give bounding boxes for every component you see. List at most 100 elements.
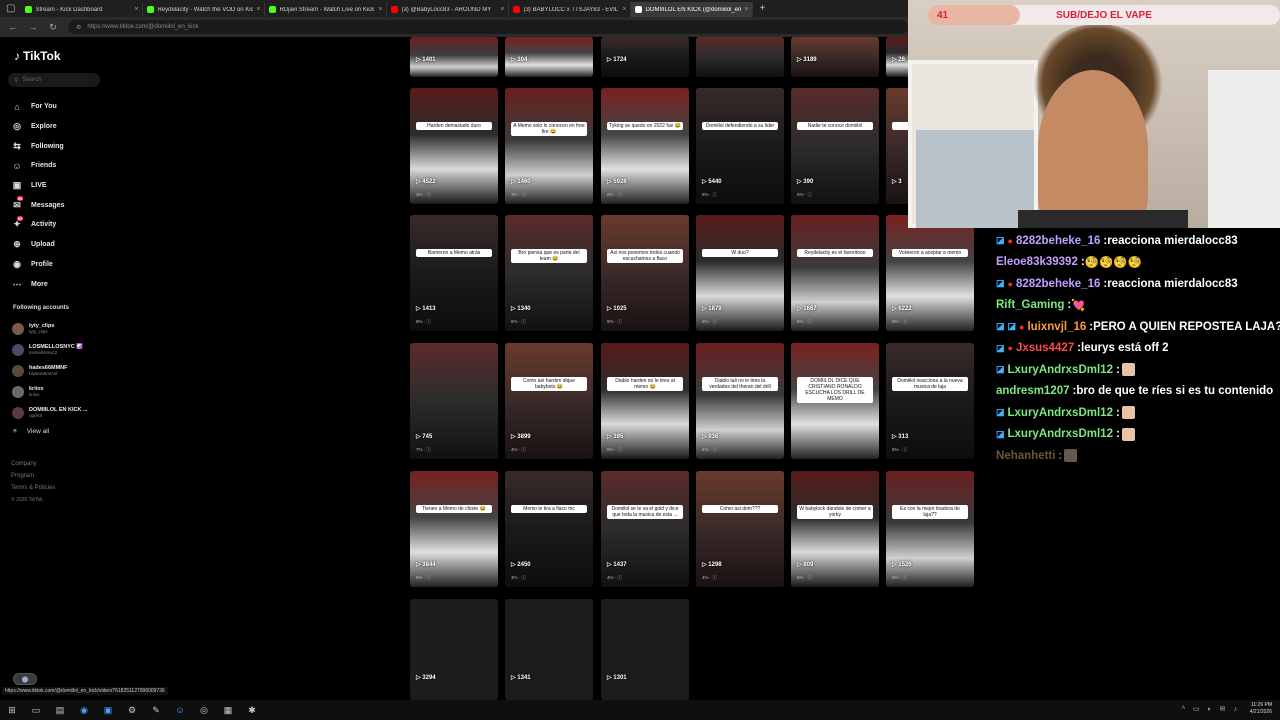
engagement-rate: 3% · ⓘ [511,575,527,580]
video-caption: Diablo harden no le tires al memo 😂 [607,377,683,391]
windows-start-icon[interactable]: ⊞ [6,704,18,716]
video-card[interactable]: Harden demasiado duro ▷ 4522 3% · ⓘ [410,88,498,204]
video-thumbnail [696,343,784,459]
chat-username[interactable]: andresm1207 [996,385,1070,397]
video-card[interactable]: ▷ 745 7% · ⓘ [410,343,498,459]
chat-username[interactable]: LxuryAndrxsDml12 [1008,364,1113,376]
video-card[interactable]: ▷ 304 [505,37,593,77]
video-card[interactable]: W babylock dándole de comer a yorky ▷ 809… [791,471,879,587]
chat-username[interactable]: Nehanhetti [996,450,1055,462]
tab-close-icon[interactable]: × [500,6,504,13]
taskbar: ⊞ ▭ ▤ ◉ ▣ ⚙ ✎ ☺ ◎ ▦ ✱ ^ ▭ ◐ ✉ ♪ 11:26 PM… [0,700,1280,720]
view-count: ▷ 1341 [511,675,531,681]
calendar-icon[interactable]: ▦ [222,704,234,716]
browser-tab[interactable]: Stream - Kick Dashboard × [21,2,144,17]
engagement-rate: 7% · ⓘ [416,447,432,452]
video-card[interactable]: Tyking se quedo en 2022 fue 😂 ▷ 5928 6% · … [601,88,689,204]
settings-icon[interactable]: ✱ [246,704,258,716]
video-caption: Reydelacity es el favoritooo [797,249,873,257]
chat-username[interactable]: LxuryAndrxsDml12 [1008,428,1113,440]
video-thumbnail [410,88,498,204]
video-card[interactable]: DOMIILOL DICE QUE CRISTIANO RONALDO ESCU… [791,343,879,459]
chat-text: reacciona mierdalocc83 [1107,277,1238,290]
video-card[interactable]: ▷ 1401 [410,37,498,77]
chat-message: ◪ ● 8282beheke_16: reacciona mierdalocc83 [996,230,1280,252]
video-card[interactable]: Como así harden dique babybots 😂 ▷ 3899 4%… [505,343,593,459]
terminal-icon[interactable]: ▭ [30,704,42,716]
video-card[interactable]: W duo? ▷ 1879 6% · ⓘ [696,215,784,331]
reload-icon[interactable]: ↻ [48,22,58,33]
browser-tab[interactable]: (3) BABYLOCC x TTSJAY83 - EVIL × [509,2,632,17]
chat-username[interactable]: 8282beheke_16 [1016,278,1100,290]
video-card[interactable]: Asi nos ponemos todos cuando escuchamos … [601,215,689,331]
tab-title: (3) BABYLOCC x TTSJAY83 - EVIL [523,6,619,13]
video-card[interactable]: Bro piensa que es parte del team 😂 ▷ 1340… [505,215,593,331]
engagement-rate: 5% · ⓘ [892,447,908,452]
chat-username[interactable]: luixnvjl_16 [1027,321,1086,333]
tab-close-icon[interactable]: × [378,6,382,13]
browser-tab[interactable]: DOMIIILOL EN KICK (@domiilol_en × [631,2,754,17]
steam-icon[interactable]: ⚙ [126,704,138,716]
verified-badge-icon: ● [1019,321,1025,332]
video-caption: Como así harden dique babybots 😂 [511,377,587,391]
video-card[interactable]: ▷ 1301 [601,599,689,700]
chat-message: Nehanhetti: [996,445,1280,467]
video-card[interactable]: Domiilol defendiendo a su lider ▷ 5440 8% … [696,88,784,204]
browser-tab[interactable]: (3) @BabyLocc83 - AROUND MY × [387,2,510,17]
obs-icon[interactable]: ◎ [198,704,210,716]
chat-message: ◪ ◪ ● luixnvjl_16: PERO A QUIEN REPOSTEA LA… [996,316,1280,338]
store-icon[interactable]: ▣ [102,704,114,716]
new-tab-button[interactable]: + [753,2,771,17]
video-card[interactable]: Memo le tira a flaco mc ▷ 2450 3% · ⓘ [505,471,593,587]
tab-close-icon[interactable]: × [622,6,626,13]
tab-search-icon[interactable]: ▢ [0,2,21,17]
video-card[interactable]: Volvieron a aceptar a memo ▷ 6222 5% · ⓘ [886,215,974,331]
file-explorer-icon[interactable]: ▤ [54,704,66,716]
video-card[interactable]: Diablo tali no le tires la verdades del … [696,343,784,459]
tab-close-icon[interactable]: × [744,6,748,13]
video-card[interactable]: ▷ 1724 [601,37,689,77]
video-card[interactable]: Diablo harden no le tires al memo 😂 ▷ 395… [601,343,689,459]
video-card[interactable]: Reydelacity es el favoritooo ▷ 1667 9% · ⓘ [791,215,879,331]
chrome-icon[interactable]: ◉ [78,704,90,716]
video-card[interactable]: Domiilol reacciona a la nueva musica de … [886,343,974,459]
video-card[interactable]: ▷ 3189 [791,37,879,77]
pen-icon[interactable]: ✎ [150,704,162,716]
chat-username[interactable]: Eleoe83k39392 [996,256,1078,268]
video-card[interactable] [696,37,784,77]
tab-close-icon[interactable]: × [134,6,138,13]
forward-icon[interactable]: → [28,22,38,32]
view-count: ▷ 1413 [416,306,436,312]
browser-tab[interactable]: Reydelacity - Watch the VOD on Kick × [143,2,266,17]
video-card[interactable]: Nadie te conoce domiilol ▷ 390 5% · ⓘ [791,88,879,204]
chat-username[interactable]: Rift_Gaming [996,299,1064,311]
chat-emote-icon [1064,449,1078,463]
site-info-icon[interactable]: ⚙ [76,24,81,31]
engagement-rate: 4% · ⓘ [702,447,718,452]
video-card[interactable]: Barrieron a Memo atrás ▷ 1413 8% · ⓘ [410,215,498,331]
chat-username[interactable]: 8282beheke_16 [1016,235,1100,247]
tab-favicon-icon [25,6,33,13]
view-count: ▷ 1298 [702,562,722,568]
video-card[interactable]: Es con la mejor tiradora de laja?? ▷ 1526… [886,471,974,587]
tab-close-icon[interactable]: × [256,6,260,13]
view-count: ▷ 745 [416,434,433,440]
address-bar[interactable]: ⚙ https://www.tiktok.com/@domiilol_en_ki… [68,20,908,34]
video-card[interactable]: ▷ 3294 [410,599,498,700]
discord-icon[interactable]: ☺ [174,704,186,716]
chat-username[interactable]: Jxsus4427 [1016,342,1074,354]
browser-tab[interactable]: RDjavi Stream - Watch Live on Kick × [265,2,388,17]
video-caption: Volvieron a aceptar a memo [892,249,968,257]
video-card[interactable]: ▷ 1341 [505,599,593,700]
video-card[interactable]: Como asi dom??? ▷ 1298 4% · ⓘ [696,471,784,587]
video-card[interactable]: A Memo solo lo conocen en free fire 😂 ▷ 1… [505,88,593,204]
chat-username[interactable]: LxuryAndrxsDml12 [1008,407,1113,419]
video-card[interactable]: Tienen a Memo de chiste 😂 ▷ 3844 9% · ⓘ [410,471,498,587]
tab-favicon-icon [513,6,521,13]
view-count: ▷ 313 [892,434,909,440]
system-tray-icons[interactable]: ^ ▭ ◐ ✉ ♪ [1182,705,1240,713]
video-card[interactable]: Domiilol se le va el gold y dice que tod… [601,471,689,587]
engagement-rate: 8% · ⓘ [416,319,432,324]
clock[interactable]: 11:26 PM 4/21/2026 [1250,702,1272,716]
back-icon[interactable]: ← [8,22,18,32]
